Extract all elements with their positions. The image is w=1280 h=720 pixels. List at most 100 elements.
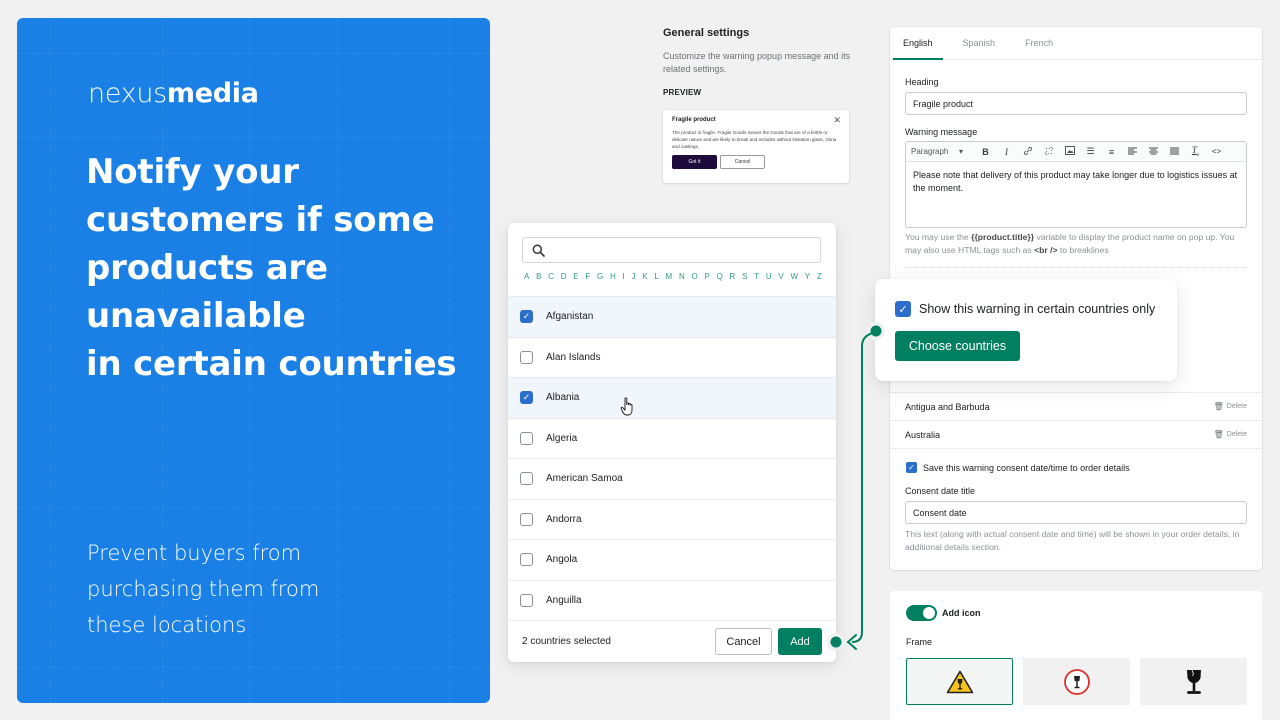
alphabet-letter[interactable]: H [610, 272, 616, 281]
alphabet-letter[interactable]: M [666, 272, 673, 281]
hero-title-line: unavailable [86, 296, 306, 336]
alphabet-letter[interactable]: Z [817, 272, 822, 281]
circle-glass-icon [1063, 668, 1090, 695]
tab-spanish[interactable]: Spanish [953, 27, 1006, 59]
hero-subtitle-line: purchasing them from [87, 577, 320, 601]
alphabet-letter[interactable]: L [654, 272, 658, 281]
country-list-item[interactable]: ✓ Albania [508, 377, 836, 418]
alphabet-letter[interactable]: J [631, 272, 635, 281]
unlink-icon[interactable] [1038, 146, 1059, 158]
align-left-icon[interactable] [1122, 147, 1143, 157]
country-checkbox[interactable] [520, 431, 533, 445]
consent-help-text: This text (along with actual consent dat… [905, 529, 1240, 552]
country-list-item[interactable]: Algeria [508, 417, 836, 459]
show-warning-checkbox[interactable]: ✓ [895, 301, 911, 317]
alphabet-letter[interactable]: C [548, 272, 554, 281]
country-name: Antigua and Barbuda [905, 401, 990, 412]
alphabet-letter[interactable]: U [766, 272, 772, 281]
bold-icon[interactable]: B [975, 147, 996, 157]
grid-line [50, 18, 51, 703]
delete-button[interactable]: 🗑 Delete [1214, 430, 1247, 439]
alphabet-letter[interactable]: E [573, 272, 578, 281]
consent-checkbox[interactable]: ✓ [906, 462, 917, 473]
alphabet-letter[interactable]: B [536, 272, 541, 281]
alphabet-letter[interactable]: W [790, 272, 798, 281]
country-search-input[interactable] [522, 237, 821, 263]
link-icon[interactable] [1017, 146, 1038, 158]
warning-message-input[interactable]: Please note that delivery of this produc… [906, 162, 1246, 202]
alphabet-letter[interactable]: N [679, 272, 685, 281]
alphabet-letter[interactable]: D [561, 272, 567, 281]
alphabet-letter[interactable]: P [704, 272, 709, 281]
show-warning-checkbox-row[interactable]: ✓ Show this warning in certain countries… [895, 301, 1155, 317]
alphabet-filter: ABCDEFGHIJKLMNOPQRSTUVWYZ [524, 272, 822, 281]
hero-subtitle: Prevent buyers from purchasing them from… [87, 535, 407, 643]
alphabet-letter[interactable]: I [623, 272, 625, 281]
italic-icon[interactable]: I [996, 147, 1017, 157]
add-icon-toggle[interactable] [906, 605, 937, 621]
caret-down-icon: ▾ [958, 147, 963, 156]
grid-line [17, 137, 490, 138]
tab-english[interactable]: English [893, 27, 943, 60]
alphabet-letter[interactable]: A [524, 272, 529, 281]
alphabet-letter[interactable]: F [585, 272, 590, 281]
country-checkbox[interactable]: ✓ [520, 310, 533, 324]
country-checkbox[interactable] [520, 350, 533, 364]
preview-got-it-button[interactable]: Got it [672, 155, 717, 169]
cancel-button[interactable]: Cancel [715, 628, 772, 655]
paragraph-format-select[interactable]: Paragraph ▾ [911, 147, 963, 156]
country-checkbox[interactable] [520, 512, 533, 526]
country-list-item[interactable]: ✓ Afganistan [508, 296, 836, 337]
help-html-tag: <br /> [1034, 245, 1058, 255]
consent-title-input[interactable]: Consent date [905, 501, 1247, 524]
heading-input[interactable]: Fragile product [905, 92, 1247, 115]
country-checkbox[interactable] [520, 553, 533, 567]
image-icon[interactable] [1059, 146, 1080, 157]
alphabet-letter[interactable]: O [691, 272, 697, 281]
country-list-item[interactable]: Andorra [508, 498, 836, 540]
show-warning-label: Show this warning in certain countries o… [919, 302, 1156, 316]
country-list-item[interactable]: Angola [508, 539, 836, 580]
logo-light-text: nexus [88, 78, 167, 109]
preview-popup: Fragile product ✕ The product is fragile… [663, 110, 849, 183]
consent-checkbox-label: Save this warning consent date/time to o… [923, 462, 1130, 473]
connector-path [851, 332, 874, 643]
delete-button[interactable]: 🗑 Delete [1214, 402, 1247, 411]
hero-panel: nexusmedia Notify your customers if some… [17, 18, 490, 703]
alphabet-letter[interactable]: G [597, 272, 603, 281]
country-checkbox[interactable]: ✓ [520, 391, 533, 405]
clear-format-icon[interactable]: Tx [1185, 145, 1206, 158]
alphabet-letter[interactable]: Q [717, 272, 723, 281]
alphabet-letter[interactable]: T [754, 272, 759, 281]
align-center-icon[interactable] [1143, 147, 1164, 157]
tab-french[interactable]: French [1015, 27, 1063, 59]
general-settings-section: General settings Customize the warning p… [663, 27, 853, 97]
country-list-item[interactable]: Alan Islands [508, 336, 836, 378]
alphabet-letter[interactable]: K [642, 272, 647, 281]
country-name: Afganistan [546, 311, 594, 323]
country-list-item[interactable]: Anguilla [508, 579, 836, 621]
alphabet-letter[interactable]: S [742, 272, 747, 281]
warning-triangle-glass-icon [946, 670, 973, 693]
frame-option-circle[interactable] [1023, 658, 1130, 705]
language-tabs: English Spanish French [890, 27, 1262, 60]
alphabet-letter[interactable]: Y [805, 272, 810, 281]
choose-countries-button[interactable]: Choose countries [895, 331, 1020, 361]
country-list-item[interactable]: American Samoa [508, 458, 836, 499]
warning-message-editor: Paragraph ▾ B I ☰ ≡ Tx <> Please note th… [905, 141, 1247, 228]
alphabet-letter[interactable]: R [730, 272, 736, 281]
alphabet-letter[interactable]: V [778, 272, 783, 281]
preview-cancel-button[interactable]: Cancel [720, 155, 765, 169]
bullet-list-icon[interactable]: ☰ [1080, 146, 1101, 157]
source-code-icon[interactable]: <> [1206, 147, 1227, 156]
align-justify-icon[interactable] [1164, 147, 1185, 157]
frame-option-plain[interactable] [1140, 658, 1247, 705]
country-checkbox[interactable] [520, 472, 533, 486]
add-button[interactable]: Add [778, 628, 822, 655]
consent-checkbox-row[interactable]: ✓ Save this warning consent date/time to… [906, 462, 1130, 473]
country-checkbox[interactable] [520, 593, 533, 607]
close-icon[interactable]: ✕ [833, 116, 841, 125]
numbered-list-icon[interactable]: ≡ [1101, 147, 1122, 157]
frame-option-warning-triangle[interactable] [906, 658, 1013, 705]
hero-title-line: products are [86, 248, 328, 288]
